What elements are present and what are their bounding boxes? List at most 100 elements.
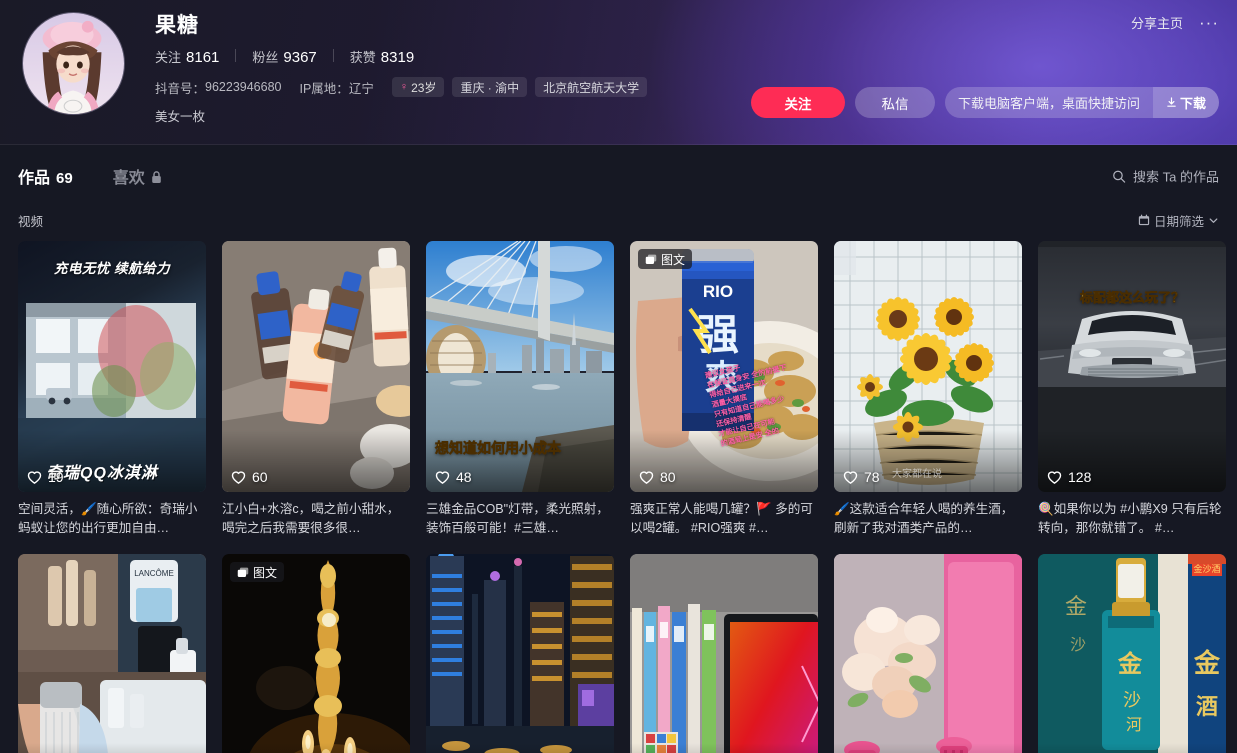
download-icon xyxy=(1167,97,1176,107)
video-thumbnail[interactable]: 大家都在说 78 xyxy=(834,241,1022,492)
stat-followers[interactable]: 粉丝 9367 xyxy=(252,47,316,66)
video-caption: 🍭如果你以为 #小鹏X9 只有后轮转向，那你就错了。 #… xyxy=(1038,502,1222,535)
like-count-value: 78 xyxy=(864,469,880,485)
video-card[interactable]: 60 江小白+水溶c，喝之前小甜水，喝完之后我需要很多很… xyxy=(222,241,410,538)
calendar-icon xyxy=(1138,214,1150,226)
header-top-actions: 分享主页 ··· xyxy=(1131,13,1219,32)
date-filter-label: 日期筛选 xyxy=(1153,214,1204,229)
profile-tabbar: 作品 69 喜欢 搜索 Ta 的作品 xyxy=(0,145,1237,207)
section-title: 视频 xyxy=(18,214,44,229)
stat-following-value: 8161 xyxy=(186,49,220,66)
video-thumbnail[interactable]: RIO 强 爽 建议女孩子 在保证自身安 全的前提下 得给自己进来一次 酒量大摸… xyxy=(630,241,818,492)
profile-nickname: 果糖 xyxy=(155,14,199,37)
like-count-value: 60 xyxy=(252,469,268,485)
heart-icon xyxy=(27,470,42,484)
thumbnail-shade xyxy=(834,743,1022,753)
thumbnail-image xyxy=(222,554,410,753)
age-chip: ♀ 23岁 xyxy=(391,77,445,97)
ip-location-value: 辽宁 xyxy=(348,81,374,96)
school-chip-label: 北京航空航天大学 xyxy=(543,80,640,95)
video-thumbnail[interactable]: 图文 xyxy=(222,554,410,753)
follow-button[interactable]: 关注 xyxy=(750,87,845,118)
works-grid: 充电无忧 续航给力 奇瑞QQ冰淇淋 19 空间灵活，🖌️随心所欲：奇瑞小蚂蚁让您… xyxy=(0,233,1237,753)
more-options-icon[interactable]: ··· xyxy=(1199,14,1219,31)
video-thumbnail[interactable]: 金沙酒 金 酒 金 沙 河 金 沙 xyxy=(1038,554,1226,753)
download-client-group[interactable]: 下载电脑客户端，桌面快捷访问 下载 xyxy=(944,87,1219,118)
douyin-id-value: 96223946680 xyxy=(205,80,282,94)
stat-following-label: 关注 xyxy=(155,50,182,65)
stat-following[interactable]: 关注 8161 xyxy=(155,47,219,66)
video-card[interactable] xyxy=(630,554,818,753)
tab-works[interactable]: 作品 69 xyxy=(18,164,73,188)
message-button[interactable]: 私信 xyxy=(854,87,935,118)
stat-followers-label: 粉丝 xyxy=(252,50,279,65)
stat-likes-value: 8319 xyxy=(380,49,415,66)
douyin-id-label: 抖音号： xyxy=(155,81,206,96)
image-text-badge: 图文 xyxy=(230,562,285,582)
like-count-value: 80 xyxy=(660,469,676,485)
thumbnail-shade xyxy=(426,743,614,753)
thumbnail-shade xyxy=(630,743,818,753)
video-thumbnail[interactable] xyxy=(426,554,614,753)
thumbnail-image xyxy=(630,554,818,753)
video-caption: 三雄金品COB"灯带，柔光照射，装饰百般可能！#三雄… xyxy=(426,502,609,535)
like-count: 60 xyxy=(231,469,268,485)
age-chip-label: 23岁 xyxy=(411,80,437,95)
image-text-badge-label: 图文 xyxy=(253,565,278,580)
search-works-placeholder: 搜索 Ta 的作品 xyxy=(1133,169,1219,185)
video-card[interactable]: LANCÔME xyxy=(18,554,206,753)
video-thumbnail[interactable] xyxy=(834,554,1022,753)
video-card[interactable]: 图文 xyxy=(222,554,410,753)
video-thumbnail[interactable] xyxy=(630,554,818,753)
heart-icon xyxy=(639,470,654,484)
stat-divider xyxy=(332,49,334,62)
school-chip: 北京航空航天大学 xyxy=(535,77,648,97)
tab-works-count: 69 xyxy=(56,170,73,187)
like-count-value: 48 xyxy=(456,469,472,485)
video-card[interactable]: 充电无忧 续航给力 奇瑞QQ冰淇淋 19 空间灵活，🖌️随心所欲：奇瑞小蚂蚁让您… xyxy=(18,241,206,538)
gallery-icon xyxy=(237,567,249,577)
search-works[interactable]: 搜索 Ta 的作品 xyxy=(1112,167,1219,186)
svg-text:河: 河 xyxy=(1126,716,1142,734)
thumbnail-overlay-bottom: 想知道如何用小成本 xyxy=(435,440,562,457)
download-button[interactable]: 下载 xyxy=(1152,87,1219,118)
thumbnail-image: LANCÔME xyxy=(18,554,206,753)
video-card[interactable]: 大家都在说 78 🖌️这款适合年轻人喝的养生酒，刷新了我对酒类产品的… xyxy=(834,241,1022,538)
like-count: 78 xyxy=(843,469,880,485)
thumbnail-overlay-gray: 大家都在说 xyxy=(892,469,942,480)
stat-divider xyxy=(235,49,237,62)
video-thumbnail[interactable]: 60 xyxy=(222,241,410,492)
video-thumbnail[interactable]: 想知道如何用小成本 48 xyxy=(426,241,614,492)
svg-text:酒: 酒 xyxy=(1196,694,1218,719)
image-text-badge: 图文 xyxy=(638,249,693,269)
video-thumbnail[interactable]: 充电无忧 续航给力 奇瑞QQ冰淇淋 19 xyxy=(18,241,206,492)
thumbnail-overlay-top: 标配都这么玩了？ xyxy=(1079,290,1185,306)
stat-followers-value: 9367 xyxy=(283,49,317,66)
works-section-row: 视频 日期筛选 xyxy=(0,207,1237,233)
ip-location-label: IP属地： xyxy=(299,81,349,96)
video-card[interactable]: 标配都这么玩了？ 128 🍭如果你以为 #小鹏X9 只有后轮转向，那你就错了。 … xyxy=(1038,241,1226,538)
avatar[interactable] xyxy=(22,12,125,115)
video-card[interactable]: 想知道如何用小成本 48 三雄金品COB"灯带，柔光照射，装饰百般可能！#三雄… xyxy=(426,241,614,538)
share-home-button[interactable]: 分享主页 xyxy=(1131,13,1183,32)
avatar-image xyxy=(23,13,124,114)
video-caption: 空间灵活，🖌️随心所欲：奇瑞小蚂蚁让您的出行更加自由… xyxy=(18,502,198,535)
video-thumbnail[interactable]: LANCÔME xyxy=(18,554,206,753)
svg-text:沙: 沙 xyxy=(1070,637,1086,654)
video-card[interactable]: RIO 强 爽 建议女孩子 在保证自身安 全的前提下 得给自己进来一次 酒量大摸… xyxy=(630,241,818,538)
heart-icon xyxy=(843,470,858,484)
stat-likes-label: 获赞 xyxy=(349,50,376,65)
video-card[interactable] xyxy=(834,554,1022,753)
video-card[interactable]: 金沙酒 金 酒 金 沙 河 金 沙 xyxy=(1038,554,1226,753)
date-filter-button[interactable]: 日期筛选 xyxy=(1138,211,1219,230)
video-caption: 江小白+水溶c，喝之前小甜水，喝完之后我需要很多很… xyxy=(222,502,400,535)
chevron-down-icon xyxy=(1209,217,1218,223)
profile-stats: 关注 8161 粉丝 9367 获赞 8319 xyxy=(155,47,655,66)
search-icon xyxy=(1113,170,1126,183)
video-thumbnail[interactable]: 标配都这么玩了？ 128 xyxy=(1038,241,1226,492)
video-card[interactable] xyxy=(426,554,614,753)
tab-likes[interactable]: 喜欢 xyxy=(113,164,162,188)
download-client-hint: 下载电脑客户端，桌面快捷访问 xyxy=(944,87,1153,118)
thumbnail-image: 金沙酒 金 酒 金 沙 河 金 沙 xyxy=(1038,554,1226,753)
video-caption: 强爽正常人能喝几罐？🚩 多的可以喝2罐。 #RIO强爽 #… xyxy=(630,502,813,535)
